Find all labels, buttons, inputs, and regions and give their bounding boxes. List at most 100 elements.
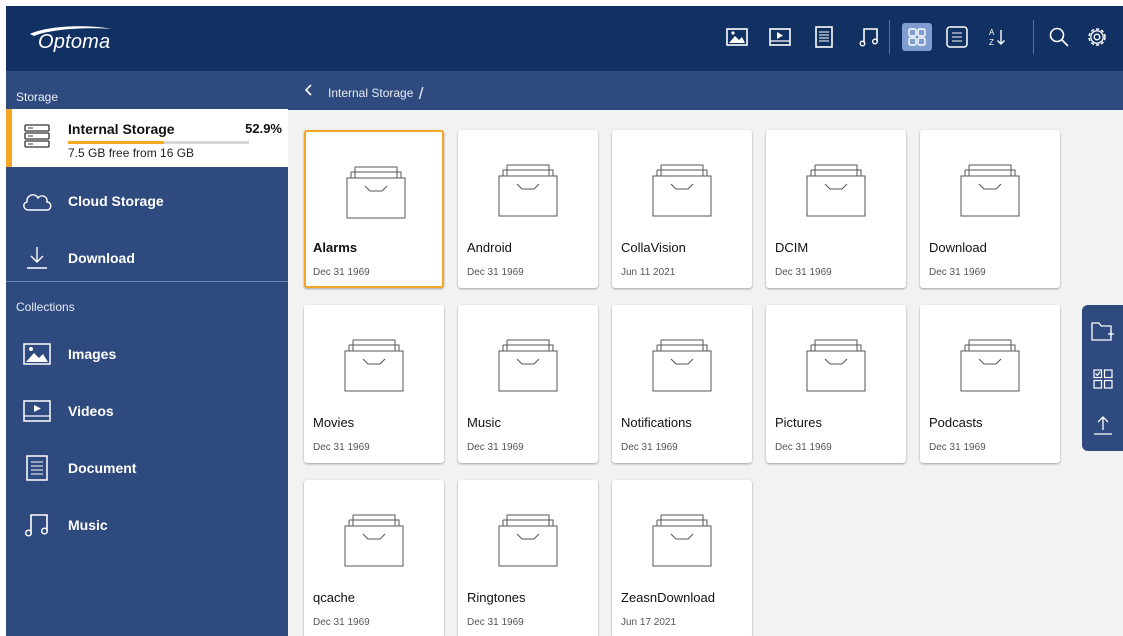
folder-icon: [652, 337, 712, 398]
storage-free-text: 7.5 GB free from 16 GB: [68, 146, 195, 160]
breadcrumb-path[interactable]: Internal Storage /: [328, 84, 423, 104]
folder-name: Ringtones: [467, 590, 526, 605]
storage-used-percent: 52.9%: [245, 121, 282, 136]
videos-filter-icon[interactable]: [767, 24, 793, 50]
sidebar-item-images[interactable]: Images: [6, 326, 288, 382]
grid-view-icon[interactable]: [902, 23, 932, 51]
folder-icon: [960, 162, 1020, 223]
folder-date: Dec 31 1969: [929, 442, 986, 453]
folder-date: Dec 31 1969: [467, 442, 524, 453]
sidebar-item-videos[interactable]: Videos: [6, 383, 288, 439]
folder-name: ZeasnDownload: [621, 590, 715, 605]
storage-usage-bar: [68, 141, 249, 144]
download-icon: [6, 246, 68, 270]
folder-name: DCIM: [775, 240, 809, 255]
folder-name: Movies: [313, 415, 355, 430]
folder-name: Alarms: [313, 240, 358, 255]
folder-card[interactable]: Ringtones Dec 31 1969: [458, 480, 598, 636]
folder-date: Dec 31 1969: [775, 442, 832, 453]
sort-az-icon[interactable]: AZ: [984, 24, 1010, 50]
folder-card[interactable]: Alarms Dec 31 1969: [304, 130, 444, 288]
folder-name: Notifications: [621, 415, 692, 430]
back-chevron-icon[interactable]: [300, 81, 318, 99]
svg-text:Z: Z: [989, 38, 994, 47]
sidebar-item-label: Videos: [68, 403, 114, 419]
music-filter-icon[interactable]: [856, 24, 882, 50]
folder-card[interactable]: qcache Dec 31 1969: [304, 480, 444, 636]
folder-icon: [344, 337, 404, 398]
breadcrumb: Internal Storage /: [288, 71, 1123, 110]
folder-icon: [806, 162, 866, 223]
folder-name: Music: [467, 415, 501, 430]
optoma-logo: Optoma: [26, 24, 116, 54]
folder-card[interactable]: Android Dec 31 1969: [458, 130, 598, 288]
brand-name: Optoma: [38, 31, 111, 53]
floating-action-panel: [1082, 305, 1123, 451]
top-bar: Optoma AZ: [6, 6, 1123, 71]
folder-card[interactable]: Pictures Dec 31 1969: [766, 305, 906, 463]
list-view-icon[interactable]: [944, 24, 970, 50]
cloud-icon: [6, 190, 68, 212]
folder-date: Dec 31 1969: [467, 617, 524, 628]
folder-icon: [498, 162, 558, 223]
sidebar-item-cloud-storage[interactable]: Cloud Storage: [6, 173, 288, 229]
sidebar-divider: [6, 281, 288, 282]
collections-section-label: Collections: [16, 300, 75, 314]
folder-card[interactable]: CollaVision Jun 11 2021: [612, 130, 752, 288]
folder-name: Pictures: [775, 415, 822, 430]
sidebar-item-music[interactable]: Music: [6, 497, 288, 553]
settings-icon[interactable]: [1084, 24, 1110, 50]
svg-text:A: A: [989, 28, 995, 37]
folder-date: Dec 31 1969: [467, 267, 524, 278]
sidebar-item-internal-storage[interactable]: Internal Storage 52.9% 7.5 GB free from …: [6, 109, 288, 167]
internal-storage-label: Internal Storage: [68, 121, 175, 137]
storage-section-label: Storage: [16, 90, 59, 104]
music-icon: [6, 512, 68, 538]
sidebar-item-label: Images: [68, 346, 117, 362]
breadcrumb-separator: /: [418, 84, 424, 103]
folder-name: Podcasts: [929, 415, 983, 430]
document-icon: [6, 455, 68, 481]
folder-icon: [652, 162, 712, 223]
multi-select-icon[interactable]: [1091, 367, 1115, 391]
folder-name: Android: [467, 240, 512, 255]
folder-card[interactable]: Music Dec 31 1969: [458, 305, 598, 463]
folder-card[interactable]: ZeasnDownload Jun 17 2021: [612, 480, 752, 636]
folder-card[interactable]: Podcasts Dec 31 1969: [920, 305, 1060, 463]
videos-icon: [6, 400, 68, 422]
folder-card[interactable]: Movies Dec 31 1969: [304, 305, 444, 463]
folder-icon: [806, 337, 866, 398]
images-icon: [6, 343, 68, 365]
sidebar-item-document[interactable]: Document: [6, 440, 288, 496]
folder-name: Download: [929, 240, 987, 255]
folder-date: Dec 31 1969: [313, 267, 370, 278]
folder-icon: [652, 512, 712, 573]
folder-icon: [498, 337, 558, 398]
folder-icon: [960, 337, 1020, 398]
folder-date: Dec 31 1969: [621, 442, 678, 453]
sidebar: Storage Internal Storage 52.9% 7.5 GB fr…: [6, 71, 288, 636]
sidebar-item-label: Music: [68, 517, 108, 533]
folder-icon: [498, 512, 558, 573]
sidebar-item-label: Document: [68, 460, 137, 476]
new-folder-icon[interactable]: [1091, 319, 1115, 343]
sidebar-item-label: Download: [68, 250, 135, 266]
folder-date: Dec 31 1969: [929, 267, 986, 278]
sidebar-item-download[interactable]: Download: [6, 230, 288, 286]
folder-date: Dec 31 1969: [775, 267, 832, 278]
folder-card[interactable]: Download Dec 31 1969: [920, 130, 1060, 288]
document-filter-icon[interactable]: [811, 24, 837, 50]
images-filter-icon[interactable]: [724, 24, 750, 50]
folder-grid: Alarms Dec 31 1969 Android Dec 31 1969 Colla…: [288, 110, 1123, 636]
search-icon[interactable]: [1046, 24, 1072, 50]
folder-date: Jun 11 2021: [621, 267, 676, 278]
toolbar-separator: [1033, 20, 1034, 54]
folder-name: qcache: [313, 590, 355, 605]
breadcrumb-item: Internal Storage: [328, 86, 414, 100]
folder-card[interactable]: DCIM Dec 31 1969: [766, 130, 906, 288]
folder-date: Dec 31 1969: [313, 442, 370, 453]
folder-card[interactable]: Notifications Dec 31 1969: [612, 305, 752, 463]
file-manager-app: Optoma AZ Storage Internal Storage 52.9%…: [6, 6, 1123, 636]
upload-icon[interactable]: [1091, 413, 1115, 437]
folder-icon: [346, 164, 406, 225]
